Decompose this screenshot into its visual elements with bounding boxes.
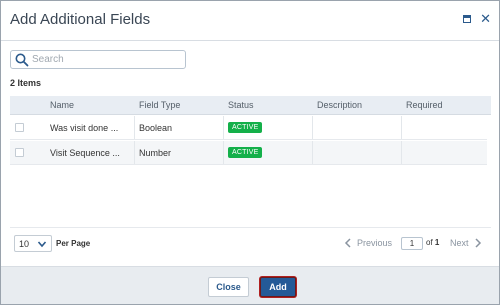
fields-table: Name Field Type Status Description Requi… bbox=[10, 96, 491, 226]
row-checkbox[interactable] bbox=[15, 148, 24, 157]
row-required bbox=[406, 141, 487, 164]
row-description bbox=[317, 141, 402, 164]
row-status-cell: ACTIVE bbox=[228, 116, 313, 139]
table-bottom-divider bbox=[10, 227, 491, 228]
column-header-field-type[interactable]: Field Type bbox=[139, 96, 224, 114]
per-page-value: 10 bbox=[19, 238, 30, 249]
chevron-down-icon bbox=[37, 240, 47, 247]
search-box[interactable] bbox=[10, 50, 186, 69]
column-header-status[interactable]: Status bbox=[228, 96, 313, 114]
header-check-cell bbox=[15, 96, 29, 114]
table-row[interactable]: Was visit done ... Boolean ACTIVE bbox=[10, 116, 487, 140]
page-number-input[interactable]: 1 bbox=[401, 237, 423, 250]
per-page-select[interactable]: 10 bbox=[14, 235, 52, 252]
chevron-right-icon bbox=[474, 238, 481, 248]
row-description bbox=[317, 116, 402, 139]
header-actions: ✕ bbox=[463, 12, 491, 25]
row-name: Was visit done ... bbox=[50, 122, 119, 133]
chevron-left-icon bbox=[344, 238, 351, 248]
table-header: Name Field Type Status Description Requi… bbox=[10, 96, 491, 115]
dialog-title: Add Additional Fields bbox=[10, 11, 151, 28]
dialog-footer bbox=[1, 266, 499, 304]
status-badge: ACTIVE bbox=[228, 147, 263, 158]
column-header-required[interactable]: Required bbox=[406, 96, 487, 114]
column-header-description[interactable]: Description bbox=[317, 96, 402, 114]
pagination-bar: 10 Per Page Previous 1 of 1 Next bbox=[10, 234, 491, 254]
row-field-type: Boolean bbox=[139, 122, 173, 133]
maximize-icon[interactable] bbox=[463, 15, 472, 23]
total-pages: 1 bbox=[434, 238, 440, 247]
page-total: of 1 bbox=[426, 238, 439, 247]
dialog-header: Add Additional Fields ✕ bbox=[1, 1, 499, 41]
next-page-button[interactable]: Next bbox=[450, 238, 482, 248]
row-status-cell: ACTIVE bbox=[228, 141, 313, 164]
items-count: 2 Items bbox=[10, 78, 42, 88]
search-input[interactable] bbox=[32, 54, 182, 65]
row-checkbox[interactable] bbox=[15, 123, 24, 132]
per-page-label: Per Page bbox=[56, 239, 91, 248]
row-select-cell bbox=[15, 141, 29, 164]
close-icon[interactable]: ✕ bbox=[480, 12, 491, 25]
row-field-type: Number bbox=[139, 147, 172, 158]
search-icon bbox=[15, 53, 29, 66]
close-button[interactable]: Close bbox=[208, 277, 249, 297]
column-header-name[interactable]: Name bbox=[50, 96, 135, 114]
previous-page-button[interactable]: Previous bbox=[344, 238, 392, 248]
row-name: Visit Sequence ... bbox=[50, 147, 120, 158]
add-button[interactable]: Add bbox=[260, 277, 296, 297]
row-required bbox=[406, 116, 487, 139]
previous-label: Previous bbox=[357, 238, 393, 248]
of-label: of bbox=[426, 238, 433, 247]
add-fields-dialog: Add Additional Fields ✕ 2 Items Name Fie… bbox=[0, 0, 500, 305]
next-label: Next bbox=[450, 238, 469, 248]
row-select-cell bbox=[15, 116, 29, 139]
table-row[interactable]: Visit Sequence ... Number ACTIVE bbox=[10, 141, 487, 165]
status-badge: ACTIVE bbox=[228, 122, 263, 133]
